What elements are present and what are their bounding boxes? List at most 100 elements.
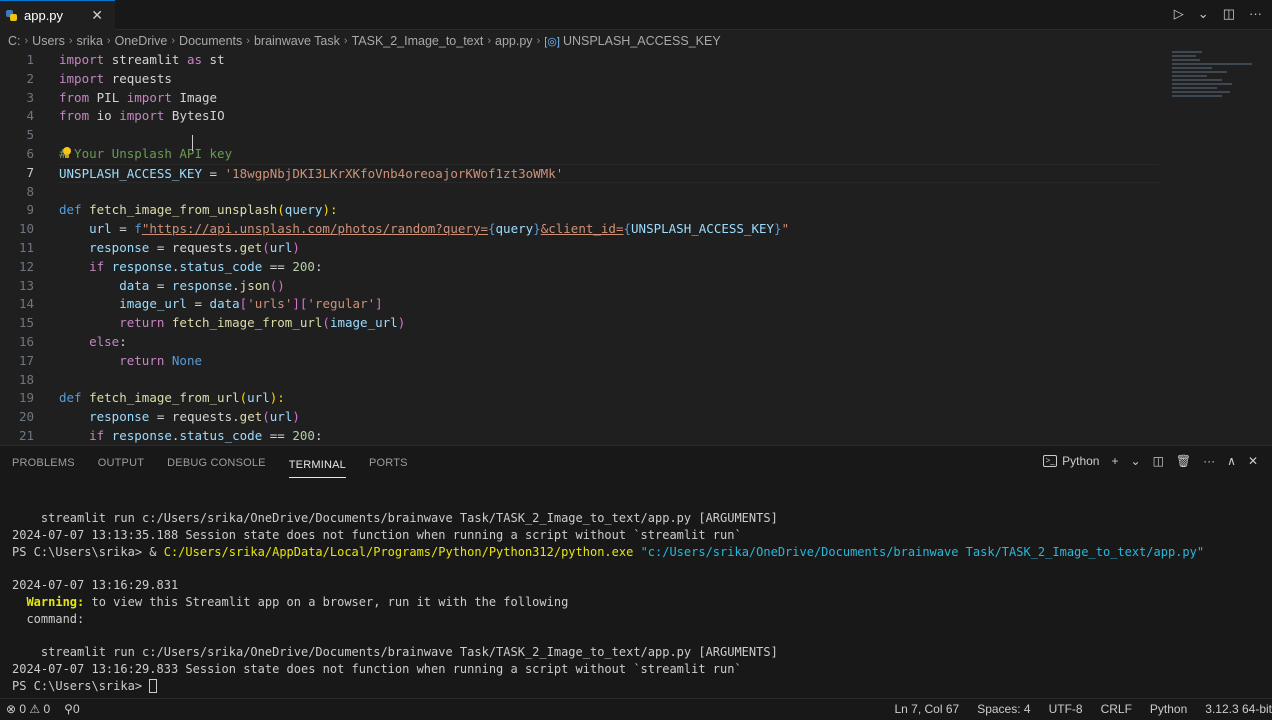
breadcrumb-item[interactable]: Documents [179, 34, 242, 48]
line-number: 6 [26, 145, 34, 161]
line-number: 11 [18, 239, 34, 255]
code-line: if response.status_code == 200: [89, 258, 323, 274]
terminal-line: command: [12, 611, 85, 626]
ports-indicator[interactable]: ⚲0 [64, 702, 79, 716]
line-number: 5 [26, 127, 34, 143]
breadcrumb-file[interactable]: app.py [495, 34, 533, 48]
terminal-line: PS C:\Users\srika> & C:/Users/srika/AppD… [12, 544, 1205, 559]
code-line: from io import BytesIO [59, 108, 225, 124]
new-terminal-icon[interactable]: + [1111, 454, 1118, 468]
line-number: 8 [26, 183, 34, 199]
code-line: import streamlit as st [59, 52, 225, 67]
breadcrumb-item[interactable]: C: [8, 34, 21, 48]
minimap[interactable] [1172, 51, 1262, 131]
code-line: return None [119, 352, 203, 368]
close-tab-icon[interactable]: ✕ [91, 7, 103, 24]
terminal-prompt-line: PS C:\Users\srika> [12, 678, 1262, 695]
tab-problems[interactable]: PROBLEMS [12, 446, 75, 480]
indentation[interactable]: Spaces: 4 [977, 702, 1030, 716]
more-actions-icon[interactable]: ··· [1203, 454, 1215, 468]
terminal-shell-label: Python [1062, 454, 1100, 468]
breadcrumb-item[interactable]: brainwave Task [254, 34, 340, 48]
language-mode[interactable]: Python [1150, 702, 1187, 716]
close-panel-icon[interactable]: ✕ [1248, 454, 1258, 468]
split-editor-icon[interactable]: ◫ [1223, 6, 1235, 22]
code-line: url = f"https://api.unsplash.com/photos/… [89, 221, 790, 237]
status-bar-left: ⊗ 0 ⚠ 0 ⚲0 [6, 702, 80, 716]
tab-ports[interactable]: PORTS [369, 446, 408, 480]
code-editor[interactable]: 1 2 3 4 5 6 7 8 9 10 11 12 13 14 15 16 1… [0, 51, 1272, 445]
line-number: 4 [26, 108, 34, 124]
kill-terminal-trash-icon[interactable]: 🗑 [1176, 454, 1191, 468]
code-line: response = requests.get(url) [89, 239, 300, 255]
breadcrumb-item[interactable]: Users [32, 34, 65, 48]
code-line-active: UNSPLASH_ACCESS_KEY = '18wgpNbjDKI3LKrXK… [59, 163, 1159, 183]
line-number: 3 [26, 89, 34, 105]
chevron-right-icon: › [246, 35, 250, 47]
editor-actions: ▷ ⌄ ◫ ··· [1174, 6, 1262, 22]
code-line: def fetch_image_from_url(url): [59, 390, 285, 406]
maximize-panel-icon[interactable]: ∧ [1227, 454, 1236, 468]
terminal-line: streamlit run c:/Users/srika/OneDrive/Do… [12, 511, 778, 525]
line-number: 12 [18, 258, 34, 274]
line-number: 14 [18, 296, 34, 312]
code-lines[interactable]: import streamlit as st import requests f… [59, 51, 1159, 445]
code-line: else: [89, 333, 127, 349]
code-line: return fetch_image_from_url(image_url) [119, 315, 406, 331]
line-number: 16 [18, 333, 34, 349]
line-number: 20 [18, 409, 34, 425]
terminal-output[interactable]: streamlit run c:/Users/srika/OneDrive/Do… [12, 510, 1262, 695]
file-encoding[interactable]: UTF-8 [1049, 702, 1083, 716]
line-number: 17 [18, 352, 34, 368]
new-terminal-menu-chevron-icon[interactable]: ⌄ [1131, 454, 1141, 468]
cursor-position[interactable]: Ln 7, Col 67 [894, 702, 959, 716]
chevron-right-icon: › [24, 35, 29, 47]
minimap-line [1172, 87, 1217, 89]
variable-symbol-icon: [◎] [544, 35, 560, 48]
chevron-right-icon: › [536, 35, 541, 47]
breadcrumb-item[interactable]: TASK_2_Image_to_text [352, 34, 484, 48]
more-actions-icon[interactable]: ··· [1249, 6, 1262, 22]
status-bar-right: Ln 7, Col 67 Spaces: 4 UTF-8 CRLF Python… [894, 702, 1272, 716]
code-line: if response.status_code == 200: [89, 427, 323, 443]
problems-count[interactable]: ⊗ 0 ⚠ 0 [6, 702, 50, 716]
tab-label: app.py [24, 8, 64, 23]
lightbulb-icon[interactable] [62, 147, 72, 159]
minimap-line [1172, 79, 1222, 81]
end-of-line[interactable]: CRLF [1101, 702, 1132, 716]
tab-app-py[interactable]: app.py ✕ [0, 0, 115, 30]
chevron-right-icon: › [106, 35, 111, 47]
code-line: # Your Unsplash API key [59, 145, 233, 161]
warning-count: ⚠ 0 [29, 702, 51, 716]
breadcrumb-item[interactable]: OneDrive [115, 34, 168, 48]
tab-output[interactable]: OUTPUT [98, 446, 144, 480]
breadcrumb-item[interactable]: srika [77, 34, 103, 48]
breadcrumb: C: › Users › srika › OneDrive › Documents › b… [0, 30, 1272, 52]
minimap-line [1172, 83, 1232, 85]
code-line: def fetch_image_from_unsplash(query): [59, 202, 338, 218]
run-icon[interactable]: ▷ [1174, 6, 1184, 22]
chevron-right-icon: › [171, 35, 176, 47]
split-terminal-icon[interactable]: ◫ [1153, 454, 1164, 468]
minimap-line [1172, 75, 1207, 77]
minimap-line [1172, 91, 1230, 93]
run-menu-chevron-icon[interactable]: ⌄ [1198, 6, 1209, 22]
editor-tab-bar: app.py ✕ ▷ ⌄ ◫ ··· [0, 0, 1272, 30]
tab-terminal[interactable]: TERMINAL [288, 448, 346, 478]
python-interpreter[interactable]: 3.12.3 64-bit [1205, 702, 1272, 716]
line-number: 13 [18, 277, 34, 293]
code-line: from PIL import Image [59, 89, 218, 105]
terminal-icon: >_ [1043, 455, 1058, 467]
terminal-line: 2024-07-07 13:16:29.833 Session state do… [12, 662, 742, 677]
minimap-line [1172, 63, 1252, 65]
line-number: 21 [18, 427, 34, 443]
mouse-text-cursor [192, 135, 193, 151]
line-number: 15 [18, 315, 34, 331]
breadcrumb-symbol[interactable]: UNSPLASH_ACCESS_KEY [563, 34, 721, 48]
terminal-shell-selector[interactable]: >_ Python [1043, 454, 1099, 468]
tab-debug-console[interactable]: DEBUG CONSOLE [167, 446, 266, 480]
